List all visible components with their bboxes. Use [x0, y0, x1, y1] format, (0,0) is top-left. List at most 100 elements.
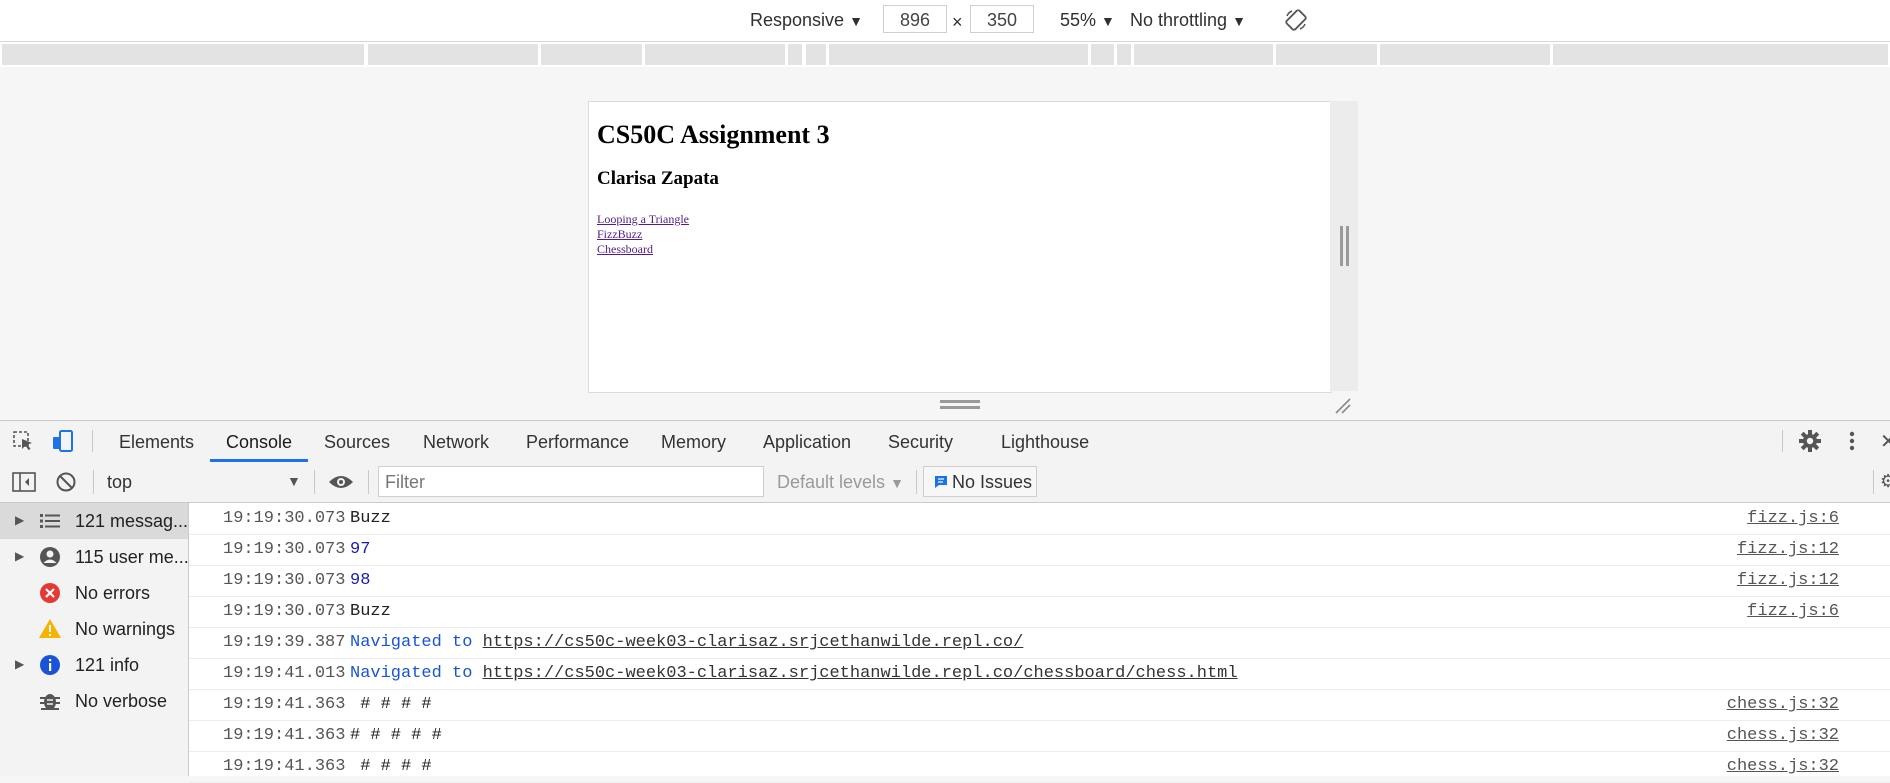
timestamp: 19:19:30.073	[223, 571, 346, 590]
sidebar-toggle-icon[interactable]	[12, 471, 36, 493]
link-chessboard[interactable]: Chessboard	[597, 242, 830, 257]
source-link[interactable]: fizz.js:6	[1747, 602, 1839, 621]
resize-handle-right[interactable]	[1340, 226, 1343, 266]
source-link[interactable]: fizz.js:12	[1737, 571, 1839, 590]
navigation-message: Navigated to https://cs50c-week03-claris…	[350, 664, 1238, 683]
resize-handle-bottom[interactable]	[940, 400, 980, 403]
tab-lighthouse[interactable]: Lighthouse	[1001, 432, 1089, 453]
settings-gear-icon[interactable]	[1798, 429, 1822, 453]
media-query-segment[interactable]	[829, 44, 1088, 65]
media-query-segment[interactable]	[788, 44, 802, 65]
chevron-down-icon: ▼	[849, 13, 863, 29]
source-link[interactable]: fizz.js:12	[1737, 540, 1839, 559]
width-input[interactable]: 896	[883, 5, 947, 33]
navigation-url-link[interactable]: https://cs50c-week03-clarisaz.srjcethanw…	[483, 633, 1024, 652]
tab-elements[interactable]: Elements	[119, 432, 194, 453]
close-icon[interactable]: ✕	[1880, 429, 1890, 454]
media-query-segment[interactable]	[806, 44, 826, 65]
source-link[interactable]: chess.js:32	[1727, 695, 1839, 714]
issues-button[interactable]: No Issues	[923, 466, 1037, 497]
expand-arrow-icon[interactable]: ▶	[15, 549, 24, 563]
console-row[interactable]: 19:19:39.387 Navigated to https://cs50c-…	[189, 627, 1890, 659]
console-row[interactable]: 19:19:41.363 # # # # chess.js:32	[189, 751, 1890, 783]
throttling-select[interactable]: No throttling ▼	[1130, 10, 1246, 31]
source-link[interactable]: chess.js:32	[1727, 726, 1839, 745]
tab-sources[interactable]: Sources	[324, 432, 390, 453]
toolbar-divider	[368, 470, 369, 494]
resize-handle-bottom[interactable]	[940, 406, 980, 409]
device-toggle-icon[interactable]	[52, 429, 74, 453]
rotate-icon[interactable]	[1284, 8, 1308, 32]
link-looping-triangle[interactable]: Looping a Triangle	[597, 212, 830, 227]
console-row[interactable]: 19:19:30.073 98 fizz.js:12	[189, 565, 1890, 597]
sidebar-item-user-messages[interactable]: ▶ 115 user me...	[0, 539, 189, 575]
page-title: CS50C Assignment 3	[597, 120, 830, 149]
more-options-icon[interactable]	[1844, 429, 1860, 453]
zoom-select[interactable]: 55% ▼	[1060, 10, 1115, 31]
sidebar-item-warnings[interactable]: No warnings	[0, 611, 188, 647]
page-content: CS50C Assignment 3 Clarisa Zapata Loopin…	[597, 120, 830, 257]
console-row[interactable]: 19:19:41.363 # # # # # chess.js:32	[189, 720, 1890, 752]
inspect-element-icon[interactable]	[12, 430, 34, 452]
eye-icon[interactable]	[328, 473, 354, 491]
device-select[interactable]: Responsive ▼	[750, 10, 863, 31]
sidebar-item-label: No warnings	[75, 619, 176, 639]
console-row[interactable]: 19:19:30.073 Buzz fizz.js:6	[189, 503, 1890, 535]
tab-security[interactable]: Security	[888, 432, 953, 453]
emulated-viewport: CS50C Assignment 3 Clarisa Zapata Loopin…	[588, 101, 1332, 393]
tab-console[interactable]: Console	[226, 432, 292, 453]
timestamp: 19:19:41.013	[223, 664, 346, 683]
sidebar-item-errors[interactable]: No errors	[0, 575, 188, 611]
user-icon	[40, 547, 60, 567]
link-fizzbuzz[interactable]: FizzBuzz	[597, 227, 830, 242]
media-query-segment[interactable]	[1553, 44, 1888, 65]
sidebar-item-label: 121 messag...	[75, 511, 189, 531]
media-query-segment[interactable]	[1276, 44, 1377, 65]
sidebar-item-messages[interactable]: ▶ 121 messag...	[0, 503, 188, 539]
chevron-down-icon[interactable]: ▼	[287, 473, 301, 489]
clear-console-icon[interactable]	[55, 471, 77, 493]
media-query-segment[interactable]	[2, 44, 364, 65]
filter-input[interactable]: Filter	[378, 466, 764, 497]
source-link[interactable]: chess.js:32	[1727, 757, 1839, 776]
log-message: 98	[350, 571, 371, 590]
source-link[interactable]: fizz.js:6	[1747, 509, 1839, 528]
log-message: # # # #	[350, 695, 432, 714]
tab-network[interactable]: Network	[423, 432, 489, 453]
timestamp: 19:19:41.363	[223, 695, 346, 714]
console-row[interactable]: 19:19:30.073 97 fizz.js:12	[189, 534, 1890, 566]
height-input[interactable]: 350	[970, 5, 1034, 33]
expand-arrow-icon[interactable]: ▶	[15, 513, 24, 527]
tab-performance[interactable]: Performance	[526, 432, 629, 453]
resize-handle-right[interactable]	[1346, 226, 1349, 266]
media-query-segment[interactable]	[1091, 44, 1114, 65]
media-query-segment[interactable]	[368, 44, 538, 65]
tab-application[interactable]: Application	[763, 432, 851, 453]
expand-arrow-icon[interactable]: ▶	[15, 657, 24, 671]
media-query-segment[interactable]	[645, 44, 785, 65]
navigation-url-link[interactable]: https://cs50c-week03-clarisaz.srjcethanw…	[483, 664, 1238, 683]
log-levels-label: Default levels	[777, 472, 886, 492]
sidebar-item-verbose[interactable]: No verbose	[0, 683, 188, 719]
resize-corner-icon[interactable]	[1334, 397, 1352, 415]
media-query-segment[interactable]	[1117, 44, 1131, 65]
console-row[interactable]: 19:19:41.013 Navigated to https://cs50c-…	[189, 658, 1890, 690]
context-select[interactable]: top	[107, 472, 132, 493]
log-levels-select[interactable]: Default levels ▼	[777, 472, 904, 493]
media-query-segment[interactable]	[1380, 44, 1550, 65]
console-row[interactable]: 19:19:30.073 Buzz fizz.js:6	[189, 596, 1890, 628]
media-query-bar	[0, 42, 1890, 67]
console-settings-icon[interactable]: ⚙	[1880, 471, 1890, 492]
media-query-segment[interactable]	[541, 44, 642, 65]
toolbar-divider	[1782, 430, 1783, 452]
sidebar-item-info[interactable]: ▶ 121 info	[0, 647, 188, 683]
sidebar-item-label: No errors	[75, 583, 151, 603]
tab-memory[interactable]: Memory	[661, 432, 726, 453]
navigated-to-label: Navigated to	[350, 664, 483, 683]
timestamp: 19:19:39.387	[223, 633, 346, 652]
list-icon	[40, 514, 60, 528]
console-row[interactable]: 19:19:41.363 # # # # chess.js:32	[189, 689, 1890, 721]
media-query-segment[interactable]	[1134, 44, 1273, 65]
chevron-down-icon: ▼	[890, 475, 904, 491]
console-toolbar: top ▼ Filter Default levels ▼ No Issues …	[0, 462, 1890, 503]
